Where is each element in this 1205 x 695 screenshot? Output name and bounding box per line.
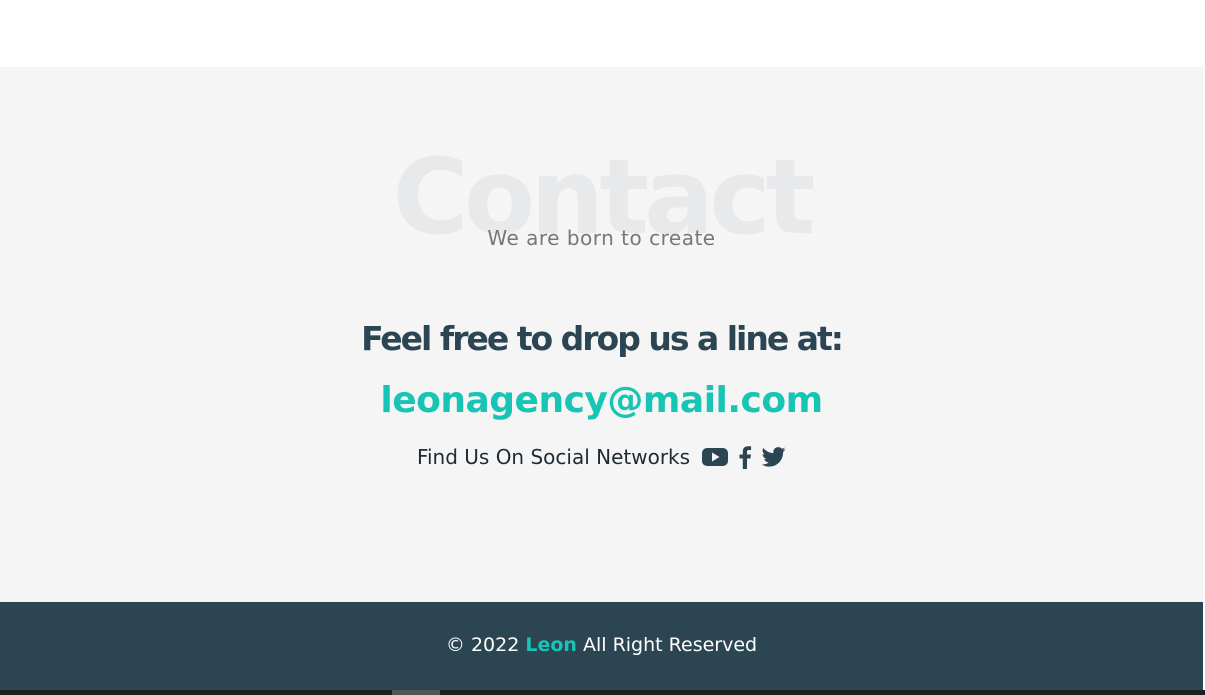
footer-copyright-prefix: © 2022: [445, 634, 520, 656]
footer: © 2022 Leon All Right Reserved: [0, 602, 1203, 690]
horizontal-scrollbar[interactable]: [0, 690, 1205, 695]
facebook-icon[interactable]: [738, 445, 752, 469]
social-label: Find Us On Social Networks: [416, 445, 691, 469]
email-link[interactable]: leonagency@mail.com: [0, 376, 1203, 426]
footer-brand: Leon: [525, 634, 577, 656]
footer-copyright: © 2022 Leon All Right Reserved: [0, 631, 1203, 659]
twitter-icon[interactable]: [762, 447, 786, 467]
youtube-icon[interactable]: [702, 447, 729, 467]
contact-headline: Feel free to drop us a line at:: [361, 319, 844, 358]
scrollbar-thumb[interactable]: [392, 690, 440, 695]
contact-tagline: We are born to create: [487, 226, 716, 250]
footer-suffix: All Right Reserved: [582, 634, 758, 656]
social-row: Find Us On Social Networks: [0, 441, 1203, 473]
top-strip: [0, 0, 1203, 67]
contact-section: Contact We are born to create Feel free …: [0, 67, 1203, 602]
